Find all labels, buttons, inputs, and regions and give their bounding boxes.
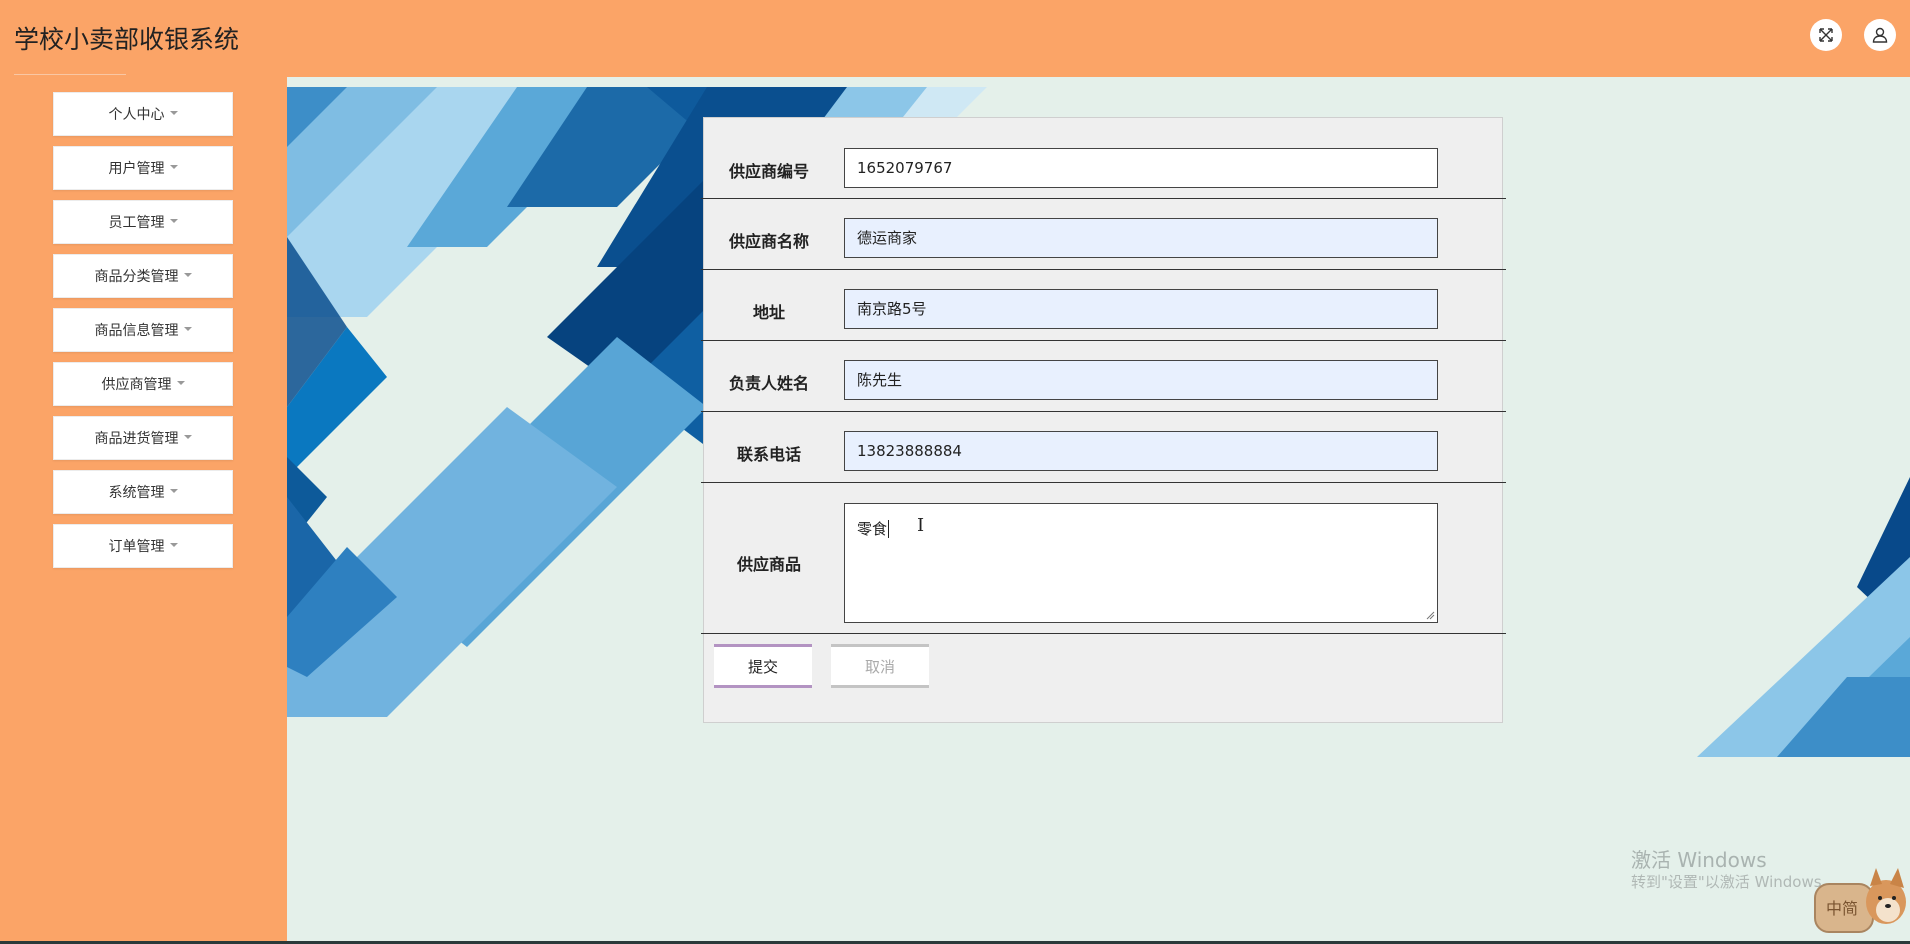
caret-down-icon (169, 219, 178, 223)
phone-input[interactable]: 13823888884 (844, 431, 1438, 471)
sidebar-item-category-management[interactable]: 商品分类管理 (53, 254, 233, 298)
header-divider (14, 74, 126, 75)
sidebar-item-supplier-management[interactable]: 供应商管理 (53, 362, 233, 406)
caret-down-icon (169, 489, 178, 493)
dog-mascot-badge-icon: 中简 (1814, 868, 1906, 933)
activate-windows-title: 激活 Windows (1631, 848, 1767, 872)
products-textarea[interactable]: 零食 (844, 503, 1438, 623)
supplier-id-label: 供应商编号 (728, 162, 809, 181)
sidebar-item-purchase-management[interactable]: 商品进货管理 (53, 416, 233, 460)
form-row-contact-name: 负责人姓名 陈先生 (701, 341, 1506, 412)
form-row-phone: 联系电话 13823888884 (701, 412, 1506, 483)
caret-down-icon (183, 327, 192, 331)
caret-down-icon (183, 435, 192, 439)
app-title: 学校小卖部收银系统 (14, 25, 240, 54)
user-menu-button[interactable] (1864, 19, 1896, 51)
sidebar-item-label: 用户管理 (108, 161, 165, 177)
form-row-address: 地址 南京路5号 (701, 270, 1506, 341)
supplier-id-input[interactable]: 1652079767 (844, 148, 1438, 188)
sidebar-item-product-management[interactable]: 商品信息管理 (53, 308, 233, 352)
cancel-button[interactable]: 取消 (831, 644, 929, 688)
caret-down-icon (169, 111, 178, 115)
caret-down-icon (169, 543, 178, 547)
sidebar-item-staff-management[interactable]: 员工管理 (53, 200, 233, 244)
supplier-form-panel: 供应商编号 1652079767 供应商名称 德运商家 地址 南京路5号 负责人… (701, 117, 1506, 723)
supplier-name-input[interactable]: 德运商家 (844, 218, 1438, 258)
submit-button[interactable]: 提交 (714, 644, 812, 688)
top-header: 学校小卖部收银系统 (0, 0, 1910, 77)
address-input[interactable]: 南京路5号 (844, 289, 1438, 329)
products-textarea-value: 零食 (857, 520, 888, 538)
resize-handle-icon[interactable] (1425, 610, 1435, 620)
sidebar-item-label: 员工管理 (108, 215, 165, 231)
contact-name-label: 负责人姓名 (728, 374, 809, 393)
address-label: 地址 (752, 303, 785, 322)
sidebar-item-system-management[interactable]: 系统管理 (53, 470, 233, 514)
sidebar-item-order-management[interactable]: 订单管理 (53, 524, 233, 568)
sidebar-item-label: 供应商管理 (101, 377, 172, 393)
form-row-supplier-name: 供应商名称 德运商家 (701, 199, 1506, 270)
form-row-supplier-id: 供应商编号 1652079767 (701, 118, 1506, 199)
caret (888, 520, 890, 538)
caret-down-icon (176, 381, 185, 385)
sidebar-item-label: 订单管理 (108, 539, 165, 555)
supplier-name-label: 供应商名称 (728, 232, 809, 251)
expand-icon (1819, 28, 1833, 42)
sidebar-item-user-management[interactable]: 用户管理 (53, 146, 233, 190)
sidebar-item-label: 商品分类管理 (94, 269, 179, 285)
user-icon (1872, 27, 1888, 43)
sidebar: 个人中心 用户管理 员工管理 商品分类管理 商品信息管理 供应商管理 商品进货管… (0, 77, 287, 941)
sidebar-item-label: 系统管理 (108, 485, 165, 501)
sidebar-item-label: 个人中心 (108, 107, 165, 123)
fullscreen-button[interactable] (1810, 19, 1842, 51)
caret-down-icon (183, 273, 192, 277)
form-row-products: 供应商品 零食 I (701, 483, 1506, 634)
sidebar-item-personal-center[interactable]: 个人中心 (53, 92, 233, 136)
contact-name-input[interactable]: 陈先生 (844, 360, 1438, 400)
caret-down-icon (169, 165, 178, 169)
activate-windows-subtitle: 转到"设置"以激活 Windows。 (1631, 873, 1837, 891)
mouse-ibeam-cursor-icon: I (917, 515, 925, 536)
products-label: 供应商品 (736, 555, 801, 574)
phone-label: 联系电话 (736, 445, 801, 464)
sidebar-item-label: 商品信息管理 (94, 323, 179, 339)
main-content: 供应商编号 1652079767 供应商名称 德运商家 地址 南京路5号 负责人… (287, 77, 1910, 941)
badge-text: 中简 (1826, 899, 1858, 918)
sidebar-item-label: 商品进货管理 (94, 431, 179, 447)
